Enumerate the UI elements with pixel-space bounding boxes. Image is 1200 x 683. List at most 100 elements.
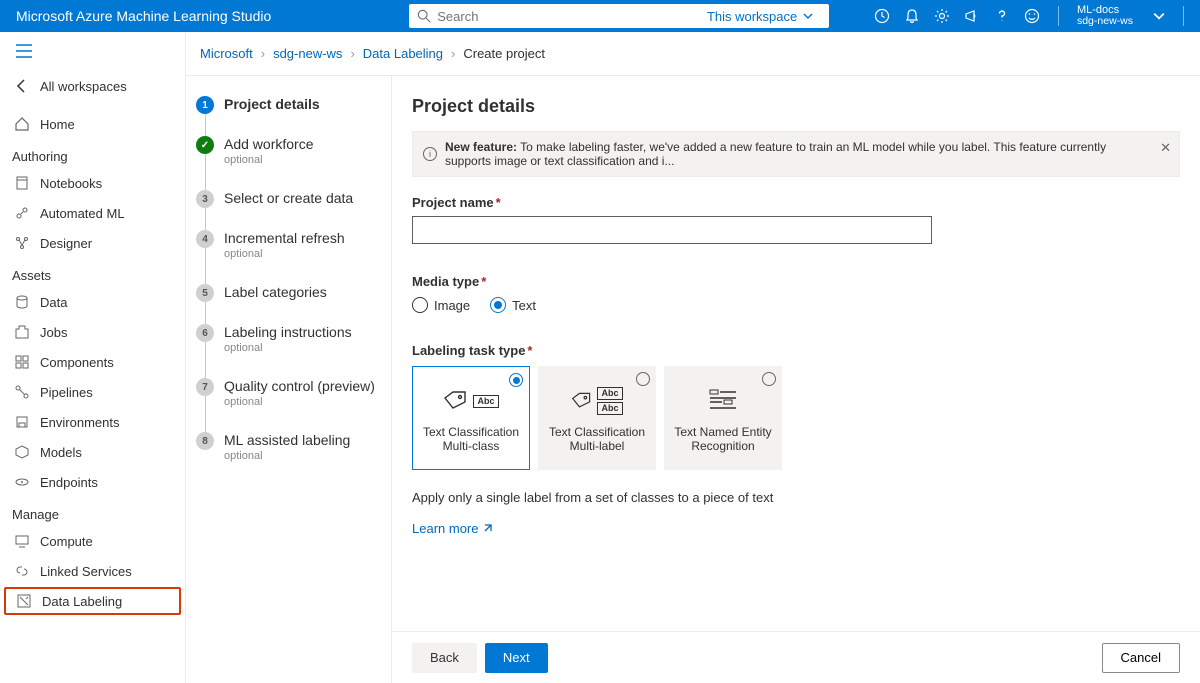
- step-incremental-refresh[interactable]: 4 Incremental refreshoptional: [196, 230, 381, 278]
- step-project-details[interactable]: 1 Project details: [196, 96, 381, 130]
- tenant-picker[interactable]: ML-docs sdg-new-ws: [1073, 4, 1133, 28]
- wizard-stepper: 1 Project details ✓ Add workforceoptiona…: [186, 76, 392, 683]
- step-title: Quality control (preview): [224, 378, 375, 394]
- banner-text: New feature: To make labeling faster, we…: [445, 140, 1149, 168]
- step-label-categories[interactable]: 5 Label categories: [196, 284, 381, 318]
- ner-icon: [708, 383, 738, 419]
- clock-icon[interactable]: [874, 8, 890, 24]
- nav-data-labeling[interactable]: Data Labeling: [4, 587, 181, 615]
- learn-more-link[interactable]: Learn more: [412, 521, 492, 536]
- workspace-scope-dropdown[interactable]: This workspace: [707, 9, 821, 24]
- nav-label: Data: [40, 295, 67, 310]
- nav-designer[interactable]: Designer: [0, 228, 185, 258]
- step-subtitle: optional: [224, 342, 352, 354]
- designer-icon: [14, 235, 30, 251]
- step-title: ML assisted labeling: [224, 432, 350, 448]
- radio-text[interactable]: Text: [490, 297, 536, 313]
- radio-icon: [509, 373, 523, 387]
- step-ml-assisted[interactable]: 8 ML assisted labelingoptional: [196, 432, 381, 480]
- home-icon: [14, 116, 30, 132]
- gear-icon[interactable]: [934, 8, 950, 24]
- step-number: 5: [196, 284, 214, 302]
- labeling-icon: [16, 593, 32, 609]
- nav-all-workspaces[interactable]: All workspaces: [0, 71, 185, 101]
- close-icon[interactable]: ✕: [1160, 140, 1171, 156]
- chevron-down-icon: [803, 11, 813, 21]
- left-nav: All workspaces Home Authoring Notebooks …: [0, 32, 186, 683]
- nav-label: All workspaces: [40, 79, 127, 94]
- next-button[interactable]: Next: [485, 643, 548, 673]
- nav-label: Linked Services: [40, 564, 132, 579]
- project-name-input[interactable]: [412, 216, 932, 244]
- step-number: 1: [196, 96, 214, 114]
- nav-label: Compute: [40, 534, 93, 549]
- card-subtitle: Multi-label: [570, 439, 625, 453]
- step-quality-control[interactable]: 7 Quality control (preview) optional: [196, 378, 381, 426]
- cancel-button[interactable]: Cancel: [1102, 643, 1180, 673]
- nav-environments[interactable]: Environments: [0, 407, 185, 437]
- radio-icon: [636, 372, 650, 386]
- notebook-icon: [14, 175, 30, 191]
- search-icon: [417, 9, 431, 23]
- step-number: 4: [196, 230, 214, 248]
- tenant-workspace: sdg-new-ws: [1077, 16, 1133, 28]
- nav-toggle[interactable]: [0, 40, 185, 71]
- step-subtitle: optional: [224, 396, 375, 408]
- help-icon[interactable]: [994, 8, 1010, 24]
- step-add-workforce[interactable]: ✓ Add workforceoptional: [196, 136, 381, 184]
- nav-compute[interactable]: Compute: [0, 526, 185, 556]
- nav-home[interactable]: Home: [0, 109, 185, 139]
- nav-label: Jobs: [40, 325, 67, 340]
- step-title: Incremental refresh: [224, 230, 345, 246]
- models-icon: [14, 444, 30, 460]
- wizard-footer: Back Next Cancel: [392, 631, 1200, 683]
- megaphone-icon[interactable]: [964, 8, 980, 24]
- card-text-multiclass[interactable]: Abc Text Classification Multi-class: [412, 366, 530, 470]
- nav-label: Automated ML: [40, 206, 125, 221]
- arrow-left-icon: [14, 78, 30, 94]
- back-button[interactable]: Back: [412, 643, 477, 673]
- step-select-data[interactable]: 3 Select or create data: [196, 190, 381, 224]
- step-subtitle: optional: [224, 450, 350, 462]
- nav-section-authoring: Authoring: [0, 139, 185, 168]
- card-subtitle: Recognition: [691, 439, 754, 453]
- compute-icon: [14, 533, 30, 549]
- nav-endpoints[interactable]: Endpoints: [0, 467, 185, 497]
- external-link-icon: [482, 524, 492, 534]
- nav-jobs[interactable]: Jobs: [0, 317, 185, 347]
- bell-icon[interactable]: [904, 8, 920, 24]
- step-number: 7: [196, 378, 214, 396]
- nav-notebooks[interactable]: Notebooks: [0, 168, 185, 198]
- nav-label: Data Labeling: [42, 594, 122, 609]
- crumb-current: Create project: [463, 46, 545, 61]
- step-labeling-instructions[interactable]: 6 Labeling instructionsoptional: [196, 324, 381, 372]
- nav-section-manage: Manage: [0, 497, 185, 526]
- global-search[interactable]: This workspace: [409, 4, 829, 28]
- link-icon: [14, 563, 30, 579]
- search-input[interactable]: [437, 9, 703, 24]
- crumb-workspace[interactable]: sdg-new-ws: [273, 46, 342, 61]
- nav-automl[interactable]: Automated ML: [0, 198, 185, 228]
- crumb-root[interactable]: Microsoft: [200, 46, 253, 61]
- nav-label: Pipelines: [40, 385, 93, 400]
- card-text-multilabel[interactable]: AbcAbc Text Classification Multi-label: [538, 366, 656, 470]
- radio-label: Image: [434, 298, 470, 313]
- field-label: Media type*: [412, 274, 1180, 289]
- nav-components[interactable]: Components: [0, 347, 185, 377]
- radio-image[interactable]: Image: [412, 297, 470, 313]
- page-title: Project details: [412, 96, 1180, 117]
- crumb-section[interactable]: Data Labeling: [363, 46, 443, 61]
- nav-data[interactable]: Data: [0, 287, 185, 317]
- nav-models[interactable]: Models: [0, 437, 185, 467]
- card-text-ner[interactable]: Text Named Entity Recognition: [664, 366, 782, 470]
- chevron-down-icon[interactable]: [1153, 10, 1165, 22]
- nav-linked-services[interactable]: Linked Services: [0, 556, 185, 586]
- smile-icon[interactable]: [1024, 8, 1040, 24]
- step-number: 3: [196, 190, 214, 208]
- task-description: Apply only a single label from a set of …: [412, 490, 1180, 505]
- radio-label: Text: [512, 298, 536, 313]
- nav-pipelines[interactable]: Pipelines: [0, 377, 185, 407]
- nav-label: Environments: [40, 415, 119, 430]
- step-subtitle: optional: [224, 154, 313, 166]
- field-media-type: Media type* Image Text: [412, 270, 1180, 313]
